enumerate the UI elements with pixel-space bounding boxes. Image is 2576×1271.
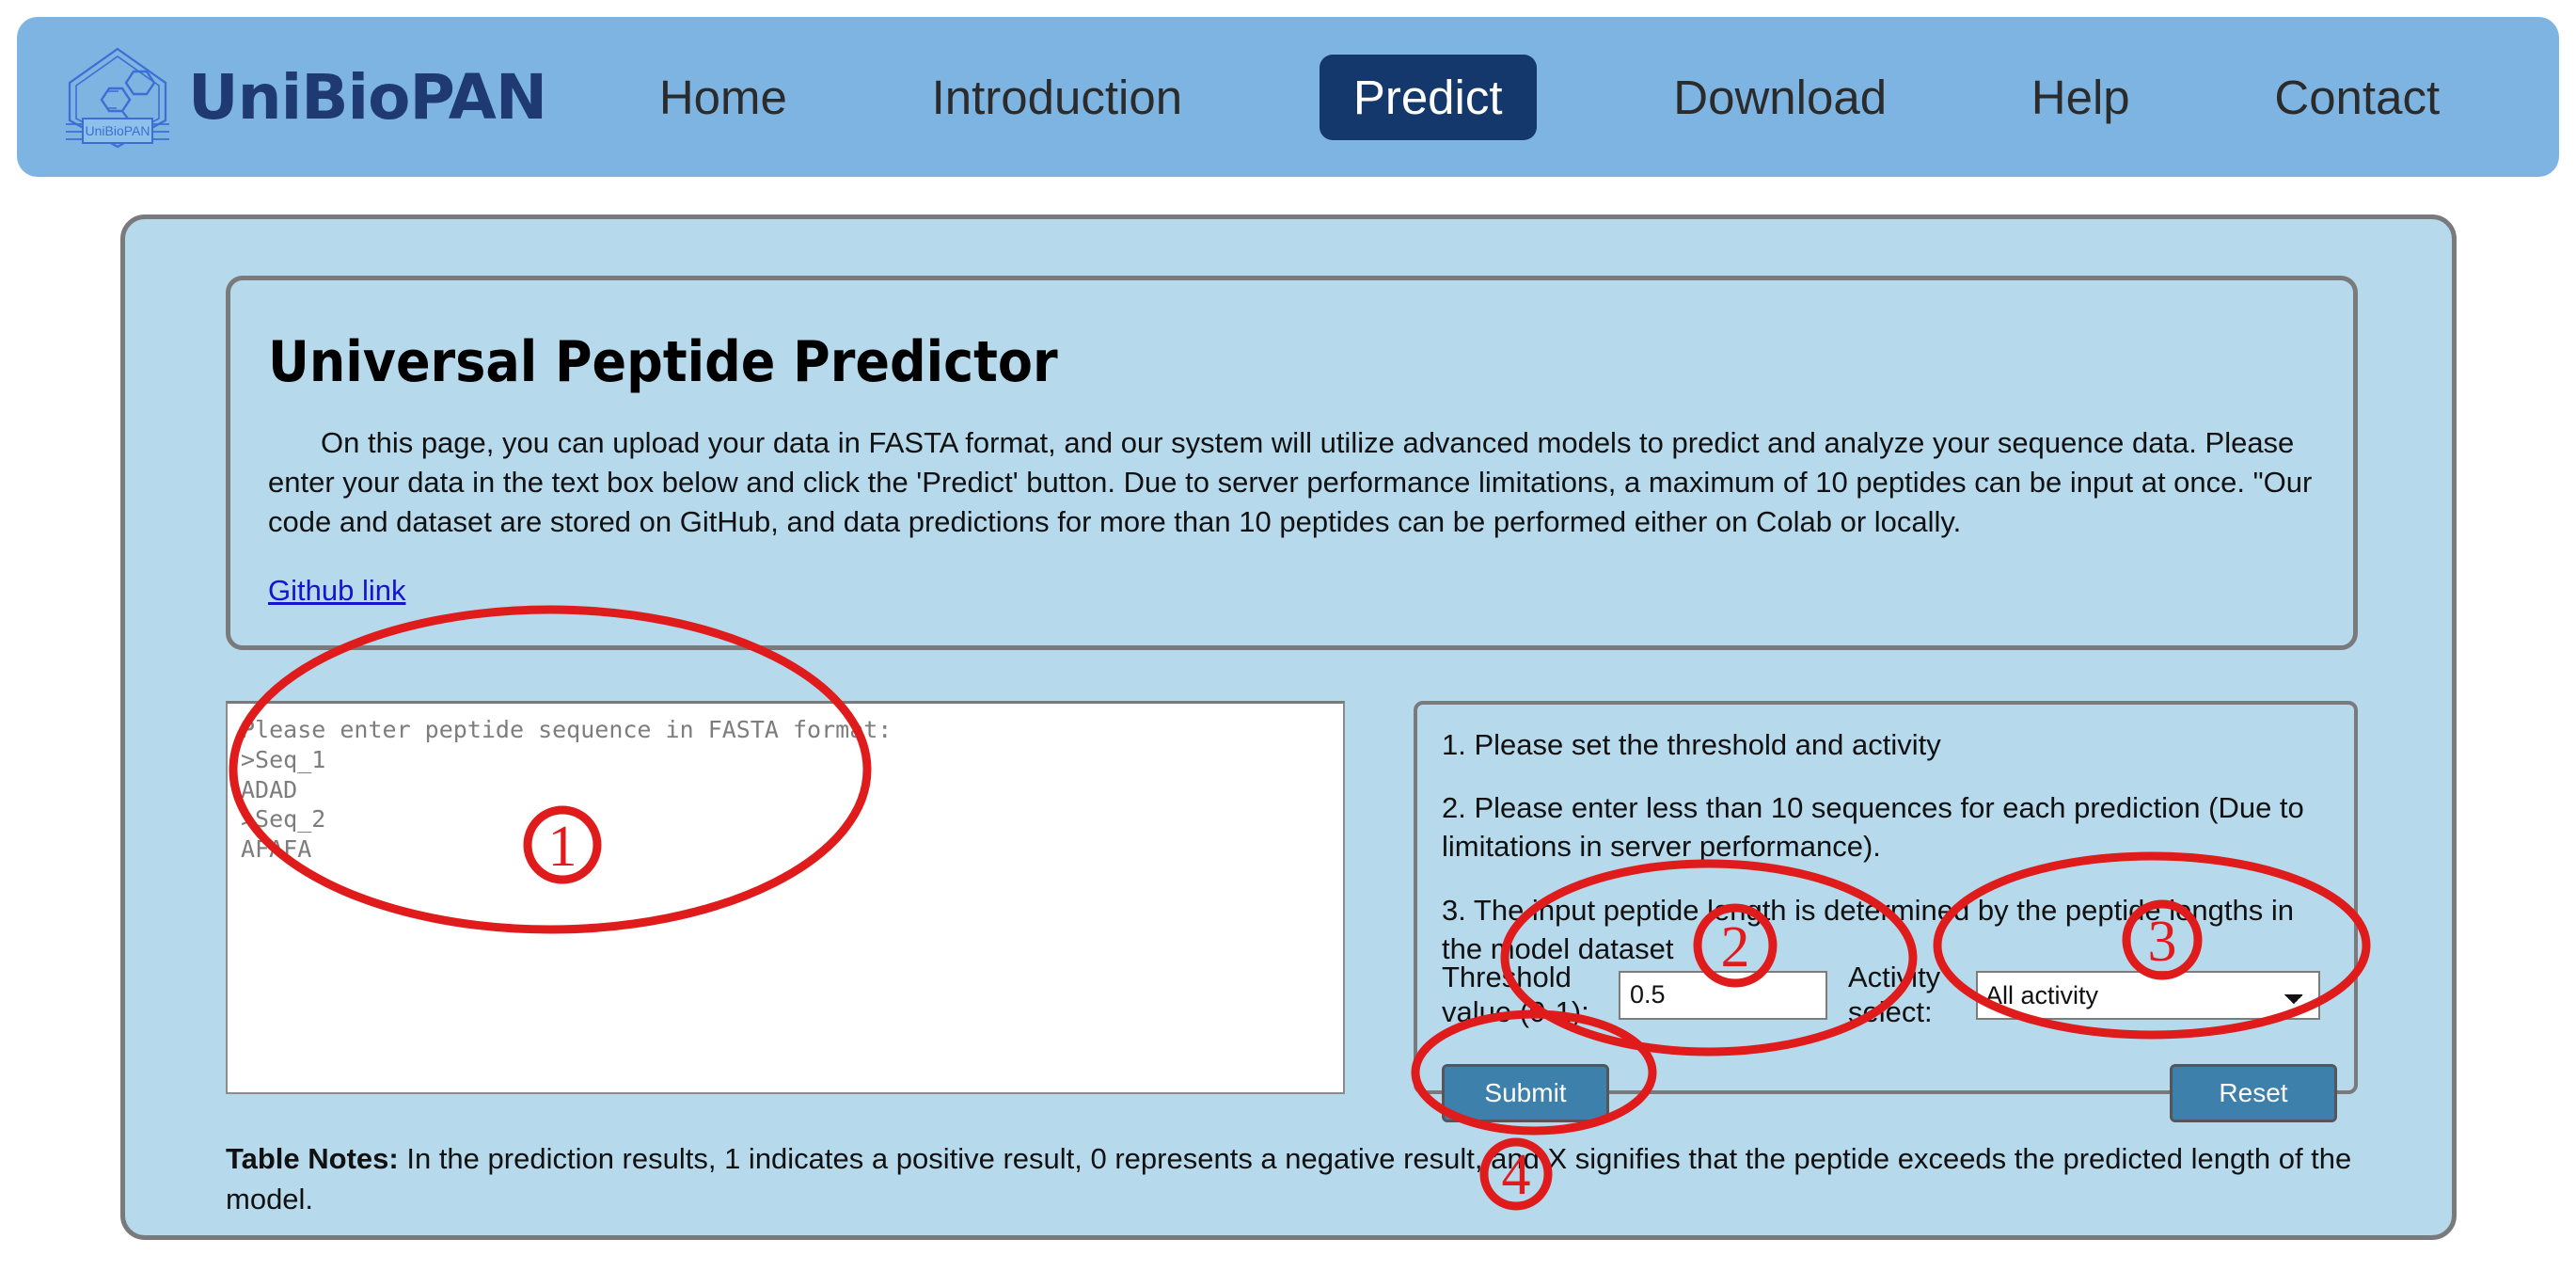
option-note-3: 3. The input peptide length is determine… bbox=[1442, 893, 2294, 965]
input-row: 1. Please set the threshold and activity… bbox=[226, 690, 2358, 1122]
top-navigation-bar: UniBioPAN UniBioPAN Home Introduction Pr… bbox=[17, 17, 2559, 177]
page-title: Universal Peptide Predictor bbox=[268, 329, 1058, 395]
submit-button[interactable]: Submit bbox=[1442, 1064, 1609, 1122]
logo-wordmark: UniBioPAN bbox=[86, 123, 150, 138]
intro-paragraph: On this page, you can upload your data i… bbox=[268, 426, 2313, 539]
nav-item-download[interactable]: Download bbox=[1666, 68, 1894, 127]
nav-item-home[interactable]: Home bbox=[652, 68, 795, 127]
option-note-2: 2. Please enter less than 10 sequences f… bbox=[1442, 791, 2304, 864]
option-note-1: 1. Please set the threshold and activity bbox=[1442, 728, 1941, 761]
nav-item-help[interactable]: Help bbox=[2024, 68, 2138, 127]
threshold-input[interactable] bbox=[1619, 970, 1827, 1020]
activity-select[interactable]: All activity bbox=[1976, 970, 2320, 1020]
nav-item-predict[interactable]: Predict bbox=[1319, 54, 1537, 140]
parameter-fields: Threshold value (0-1): Activity select: … bbox=[1442, 961, 2337, 1029]
brand-logo[interactable]: UniBioPAN UniBioPAN bbox=[60, 41, 587, 152]
brand-name: UniBioPAN bbox=[188, 60, 547, 134]
options-panel: 1. Please set the threshold and activity… bbox=[1414, 701, 2358, 1122]
table-notes-prefix: Table Notes: bbox=[226, 1142, 399, 1175]
nav-links: Home Introduction Predict Download Help … bbox=[587, 54, 2559, 140]
nav-item-contact[interactable]: Contact bbox=[2267, 68, 2447, 127]
table-notes: Table Notes: In the prediction results, … bbox=[226, 1139, 2358, 1220]
predict-panel: Universal Peptide Predictor On this page… bbox=[120, 214, 2457, 1240]
unibiopan-logo-icon: UniBioPAN bbox=[60, 41, 175, 152]
threshold-label: Threshold value (0-1): bbox=[1442, 961, 1589, 1028]
app-page: UniBioPAN UniBioPAN Home Introduction Pr… bbox=[0, 0, 2576, 1271]
sequence-input[interactable] bbox=[226, 701, 1345, 1094]
reset-button[interactable]: Reset bbox=[2170, 1064, 2337, 1122]
table-notes-text: In the prediction results, 1 indicates a… bbox=[226, 1142, 2352, 1215]
github-link[interactable]: Github link bbox=[268, 574, 405, 608]
intro-box: Universal Peptide Predictor On this page… bbox=[226, 276, 2358, 650]
nav-item-introduction[interactable]: Introduction bbox=[925, 68, 1191, 127]
activity-label: Activity select: bbox=[1848, 961, 1941, 1028]
